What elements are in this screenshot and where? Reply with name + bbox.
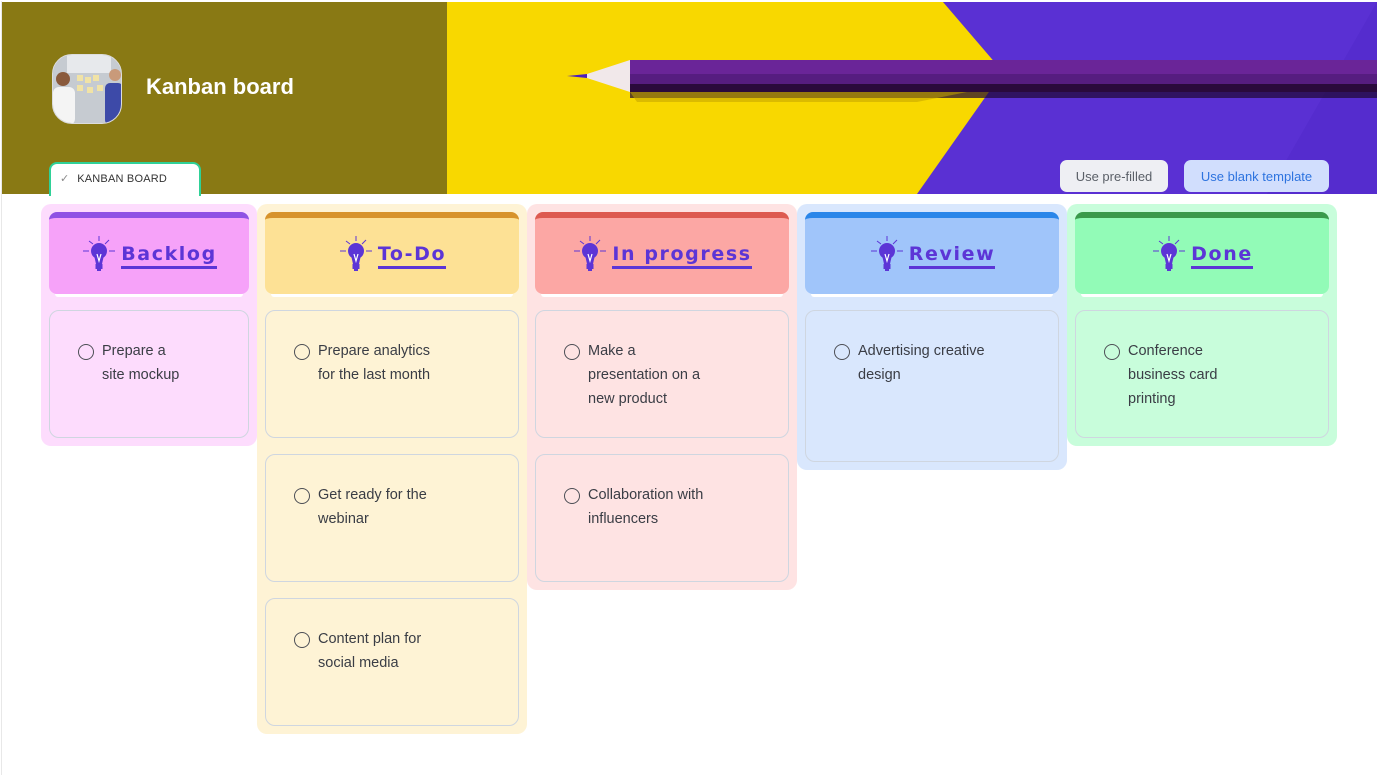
header-banner: Kanban board xyxy=(2,2,1377,194)
lightbulb-icon xyxy=(1153,236,1186,271)
task-text-line: Prepare a xyxy=(102,343,166,359)
team-photo-icon xyxy=(53,55,121,123)
column-title[interactable]: Backlog xyxy=(121,243,217,269)
task-text-line: for the last month xyxy=(318,367,431,383)
task-card[interactable]: Prepare analytics for the last month xyxy=(265,310,519,438)
column-to-do: To-Do Prepare analytics for the last month… xyxy=(257,204,527,734)
task-text: Content plan for social media xyxy=(318,627,421,675)
column-header: To-Do xyxy=(265,212,519,297)
task-checkbox[interactable] xyxy=(834,344,850,360)
task-text: Make a presentation on a new product xyxy=(588,339,700,411)
check-icon: ✓ xyxy=(60,173,70,185)
task-card[interactable]: Advertising creative design xyxy=(805,310,1059,462)
column-review: Review Advertising creative design xyxy=(797,204,1067,470)
task-text-line: new product xyxy=(588,391,667,407)
tab-label: KANBAN BOARD xyxy=(77,173,168,185)
task-text: Get ready for the webinar xyxy=(318,483,427,531)
task-card[interactable]: Get ready for the webinar xyxy=(265,454,519,582)
column-header: Backlog xyxy=(49,212,249,297)
task-text-line: Collaboration with xyxy=(588,487,704,503)
lightbulb-icon xyxy=(83,236,116,271)
task-text-line: Prepare analytics xyxy=(318,343,431,359)
task-checkbox[interactable] xyxy=(78,344,94,360)
task-text: Collaboration with influencers xyxy=(588,483,703,531)
task-text-line: Make a xyxy=(588,343,636,359)
lightbulb-icon xyxy=(870,236,903,271)
task-card[interactable]: Content plan for social media xyxy=(265,598,519,726)
task-text-line: printing xyxy=(1128,391,1176,407)
task-card[interactable]: Prepare a site mockup xyxy=(49,310,249,438)
task-card[interactable]: Make a presentation on a new product xyxy=(535,310,789,438)
task-checkbox[interactable] xyxy=(294,344,310,360)
task-text-line: site mockup xyxy=(102,367,180,383)
task-text: Prepare analytics for the last month xyxy=(318,339,430,387)
task-text-line: design xyxy=(858,367,901,383)
task-text-line: Advertising creative xyxy=(858,343,985,359)
task-text-line: Content plan for xyxy=(318,631,422,647)
task-text-line: influencers xyxy=(588,511,659,527)
board-avatar xyxy=(52,54,122,124)
column-title[interactable]: Done xyxy=(1191,243,1253,269)
task-text-line: presentation on a xyxy=(588,367,701,383)
task-text-line: Conference xyxy=(1128,343,1203,359)
column-header: In progress xyxy=(535,212,789,297)
column-title[interactable]: Review xyxy=(908,243,996,269)
task-card[interactable]: Conference business card printing xyxy=(1075,310,1329,438)
task-text-line: webinar xyxy=(318,511,369,527)
task-checkbox[interactable] xyxy=(1104,344,1120,360)
task-text: Conference business card printing xyxy=(1128,339,1217,411)
column-header: Review xyxy=(805,212,1059,297)
column-backlog: Backlog Prepare a site mockup xyxy=(41,204,257,446)
lightbulb-icon xyxy=(339,236,372,271)
page-title: Kanban board xyxy=(146,74,294,99)
task-text: Advertising creative design xyxy=(858,339,985,387)
use-blank-template-button[interactable]: Use blank template xyxy=(1184,160,1329,192)
use-prefilled-button[interactable]: Use pre-filled xyxy=(1060,160,1168,192)
task-text-line: Get ready for the xyxy=(318,487,427,503)
task-checkbox[interactable] xyxy=(294,632,310,648)
column-title[interactable]: To-Do xyxy=(377,243,447,269)
lightbulb-icon xyxy=(574,236,607,271)
column-in-progress: In progress Make a presentation on a new pr… xyxy=(527,204,797,590)
tab-kanban-board[interactable]: ✓ KANBAN BOARD xyxy=(49,162,201,196)
task-checkbox[interactable] xyxy=(564,344,580,360)
column-header: Done xyxy=(1075,212,1329,297)
task-text-line: business card xyxy=(1128,367,1218,383)
task-checkbox[interactable] xyxy=(564,488,580,504)
task-text-line: social media xyxy=(318,655,399,671)
column-done: Done Conference business card printing xyxy=(1067,204,1337,446)
task-text: Prepare a site mockup xyxy=(102,339,179,387)
column-title[interactable]: In progress xyxy=(612,243,752,269)
task-checkbox[interactable] xyxy=(294,488,310,504)
task-card[interactable]: Collaboration with influencers xyxy=(535,454,789,582)
